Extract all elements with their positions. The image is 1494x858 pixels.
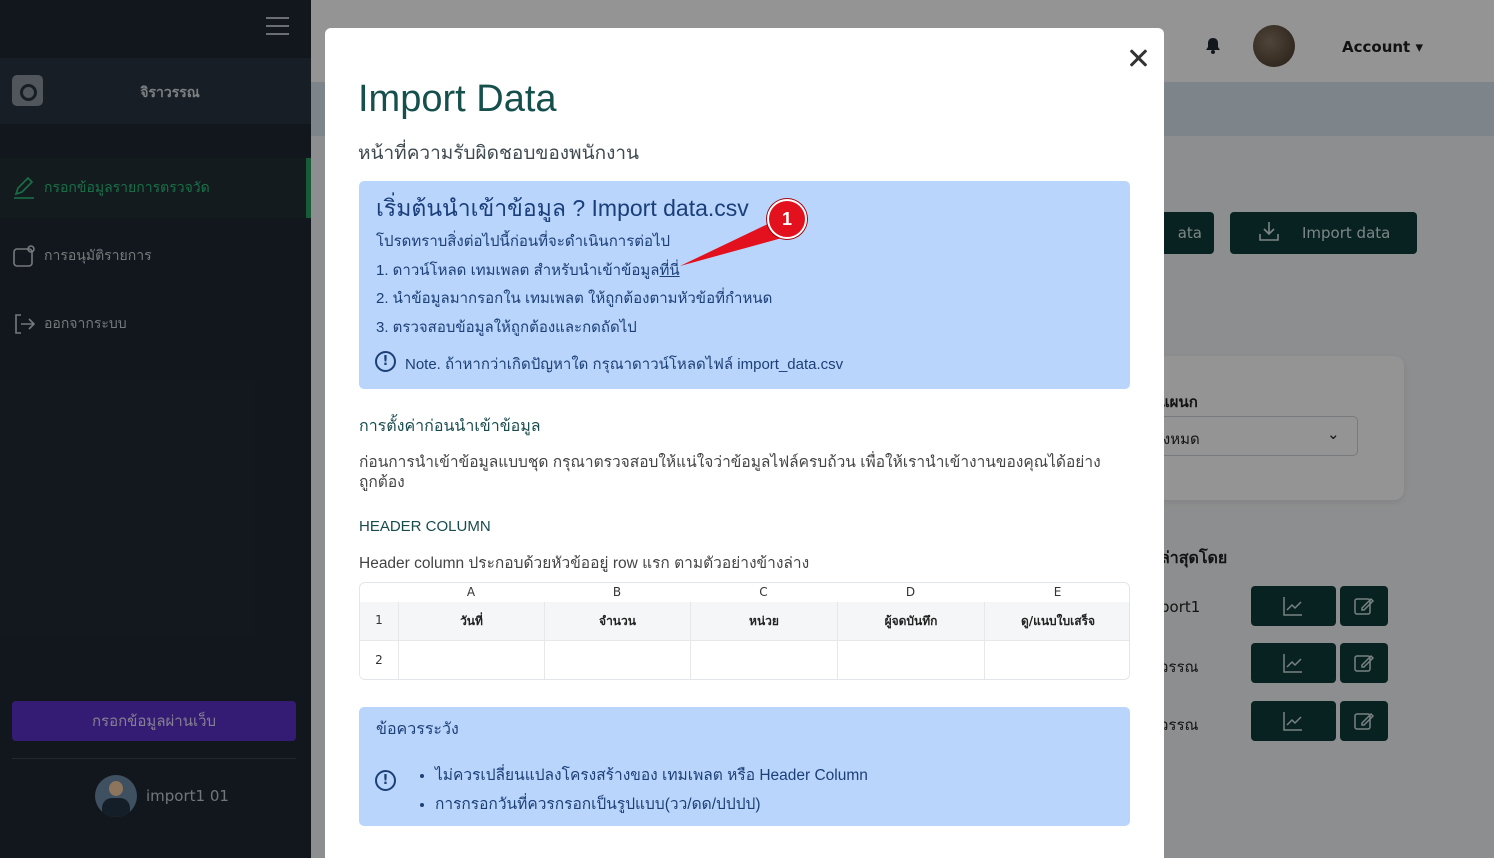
annotation-badge: 1 xyxy=(767,199,807,239)
table-row: 2 xyxy=(360,640,1129,679)
header-cell: ดู/แนบใบเสร็จ xyxy=(984,602,1129,640)
modal-title: Import Data xyxy=(358,78,557,120)
header-cell: หน่วย xyxy=(690,602,837,640)
empty-cell xyxy=(837,641,984,679)
list-item: การกรอกวันที่ควรกรอกเป็นรูปแบบ(วว/ดด/ปปป… xyxy=(435,790,868,819)
settings-heading: การตั้งค่าก่อนนำเข้าข้อมูล xyxy=(359,418,541,435)
header-cell: ผู้จดบันทึก xyxy=(837,602,984,640)
instructions-note: Note. ถ้าหากว่าเกิดปัญหาใด กรุณาดาวน์โหล… xyxy=(405,356,844,373)
column-letter: C xyxy=(759,585,768,599)
instructions-step-1: 1. ดาวน์โหลด เทมเพลต สำหรับนำเข้าข้อมูลท… xyxy=(376,258,680,282)
template-download-link[interactable]: ที่นี่ xyxy=(659,262,679,279)
header-cell: จำนวน xyxy=(544,602,690,640)
import-instructions: เริ่มต้นนำเข้าข้อมูล ? Import data.csv โ… xyxy=(359,181,1130,389)
header-cell: วันที่ xyxy=(398,602,544,640)
table-row: 1 วันที่ จำนวน หน่วย ผู้จดบันทึก ดู/แนบใ… xyxy=(360,602,1129,640)
close-icon[interactable] xyxy=(1126,46,1150,70)
column-letter: E xyxy=(1053,585,1062,599)
list-item: ไม่ควรเปลี่ยนแปลงโครงสร้างของ เทมเพลต หร… xyxy=(435,761,868,790)
empty-cell xyxy=(398,641,544,679)
modal-subtitle: หน้าที่ความรับผิดชอบของพนักงาน xyxy=(358,143,640,164)
header-column-heading: HEADER COLUMN xyxy=(359,518,491,535)
header-column-example: A B C D E 1 วันที่ จำนวน หน่วย ผู้จดบันท… xyxy=(359,582,1130,680)
warning-title: ข้อควรระวัง xyxy=(376,721,459,738)
column-letter: B xyxy=(612,585,622,599)
instructions-intro: โปรดทราบสิ่งต่อไปนี้ก่อนที่จะดำเนินการต่… xyxy=(376,233,671,250)
warning-list: ไม่ควรเปลี่ยนแปลงโครงสร้างของ เทมเพลต หร… xyxy=(435,761,868,819)
column-letter: A xyxy=(466,585,476,599)
instructions-step-3: 3. ตรวจสอบข้อมูลให้ถูกต้องและกดถัดไป xyxy=(376,319,637,336)
import-data-modal: Import Data หน้าที่ความรับผิดชอบของพนักง… xyxy=(325,28,1164,858)
settings-text: ก่อนการนำเข้าข้อมูลแบบชุด กรุณาตรวจสอบให… xyxy=(359,454,1101,491)
empty-cell xyxy=(984,641,1129,679)
info-icon: ! xyxy=(375,351,396,372)
info-icon: ! xyxy=(375,770,396,791)
step-1-text: 1. ดาวน์โหลด เทมเพลต สำหรับนำเข้าข้อมูล xyxy=(376,262,660,279)
column-letter: D xyxy=(905,585,916,599)
header-column-text: Header column ประกอบด้วยหัวข้ออยู่ row แ… xyxy=(359,555,810,572)
warning-box: ข้อควรระวัง ! ไม่ควรเปลี่ยนแปลงโครงสร้าง… xyxy=(359,707,1130,826)
row-number: 2 xyxy=(375,653,383,667)
instructions-title: เริ่มต้นนำเข้าข้อมูล ? Import data.csv xyxy=(376,195,749,221)
empty-cell xyxy=(690,641,837,679)
empty-cell xyxy=(544,641,690,679)
instructions-step-2: 2. นำข้อมูลมากรอกใน เทมเพลต ให้ถูกต้องตา… xyxy=(376,290,773,307)
row-number: 1 xyxy=(375,613,383,627)
